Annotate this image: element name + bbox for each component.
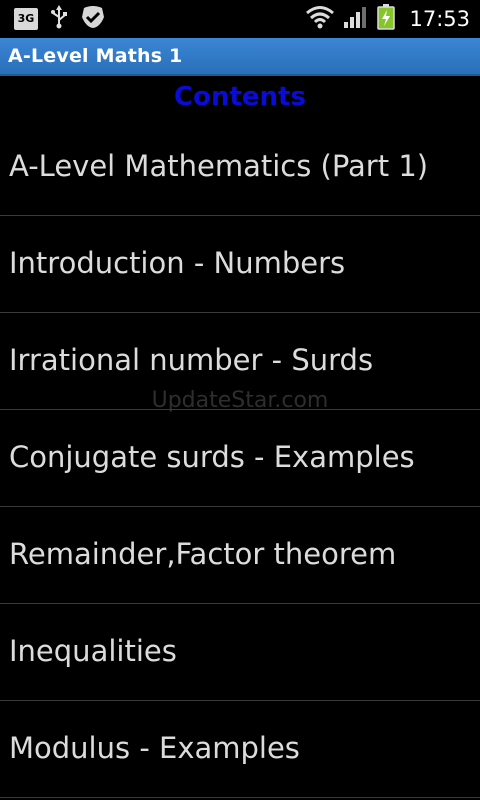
list-item-label: Inequalities [9,634,177,668]
status-bar: 3G 17:53 [0,0,480,38]
app-screen: 3G 17:53 A-Level Maths 1 Contents Update… [0,0,480,800]
list-item-label: Modulus - Examples [9,731,300,765]
app-title-bar: A-Level Maths 1 [0,38,480,76]
app-title: A-Level Maths 1 [8,45,183,67]
check-shield-icon [80,5,106,33]
list-item-label: Irrational number - Surds [9,343,374,377]
battery-charging-icon [377,4,396,34]
status-right-icons: 17:53 [305,4,470,34]
list-item[interactable]: Conjugate surds - Examples [0,410,480,507]
wifi-icon [305,5,335,33]
usb-icon [50,5,68,33]
status-left-icons: 3G [14,5,106,33]
status-clock: 17:53 [409,7,470,31]
signal-icon [343,5,369,33]
list-item-label: Introduction - Numbers [9,246,346,280]
list-item[interactable]: Irrational number - Surds [0,313,480,410]
contents-list: A-Level Mathematics (Part 1) Introductio… [0,119,480,798]
contents-heading: Contents [174,82,306,112]
list-item[interactable]: A-Level Mathematics (Part 1) [0,119,480,216]
list-item-label: A-Level Mathematics (Part 1) [9,149,429,183]
list-item[interactable]: Modulus - Examples [0,701,480,798]
list-item-label: Conjugate surds - Examples [9,440,415,474]
list-item[interactable]: Inequalities [0,604,480,701]
list-item-label: Remainder,Factor theorem [9,537,397,571]
list-item[interactable]: Remainder,Factor theorem [0,507,480,604]
network-3g-icon: 3G [14,8,38,30]
list-item[interactable]: Introduction - Numbers [0,216,480,313]
